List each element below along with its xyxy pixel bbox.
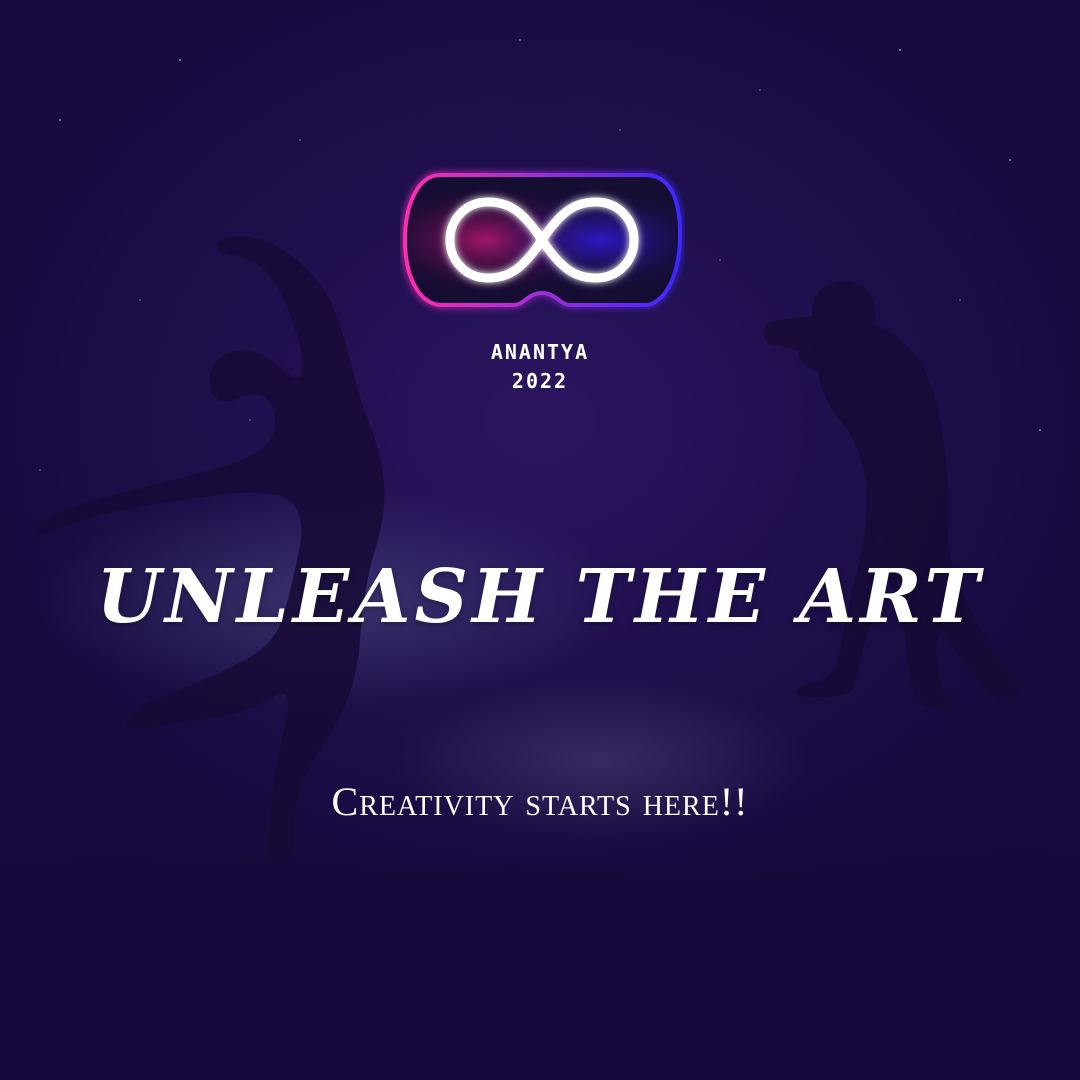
brand-name: ANANTYA	[490, 340, 590, 364]
headline: UNLEASH THE ART	[96, 554, 984, 640]
tagline: Creativity starts here!!	[331, 779, 749, 824]
infinity-icon	[402, 173, 683, 307]
brand-logo	[400, 165, 685, 320]
brand-year: 2022	[511, 369, 569, 393]
poster: ANANTYA 2022 UNLEASH THE ART Creativity …	[0, 0, 1080, 1080]
mountain-silhouette	[0, 848, 1080, 1080]
